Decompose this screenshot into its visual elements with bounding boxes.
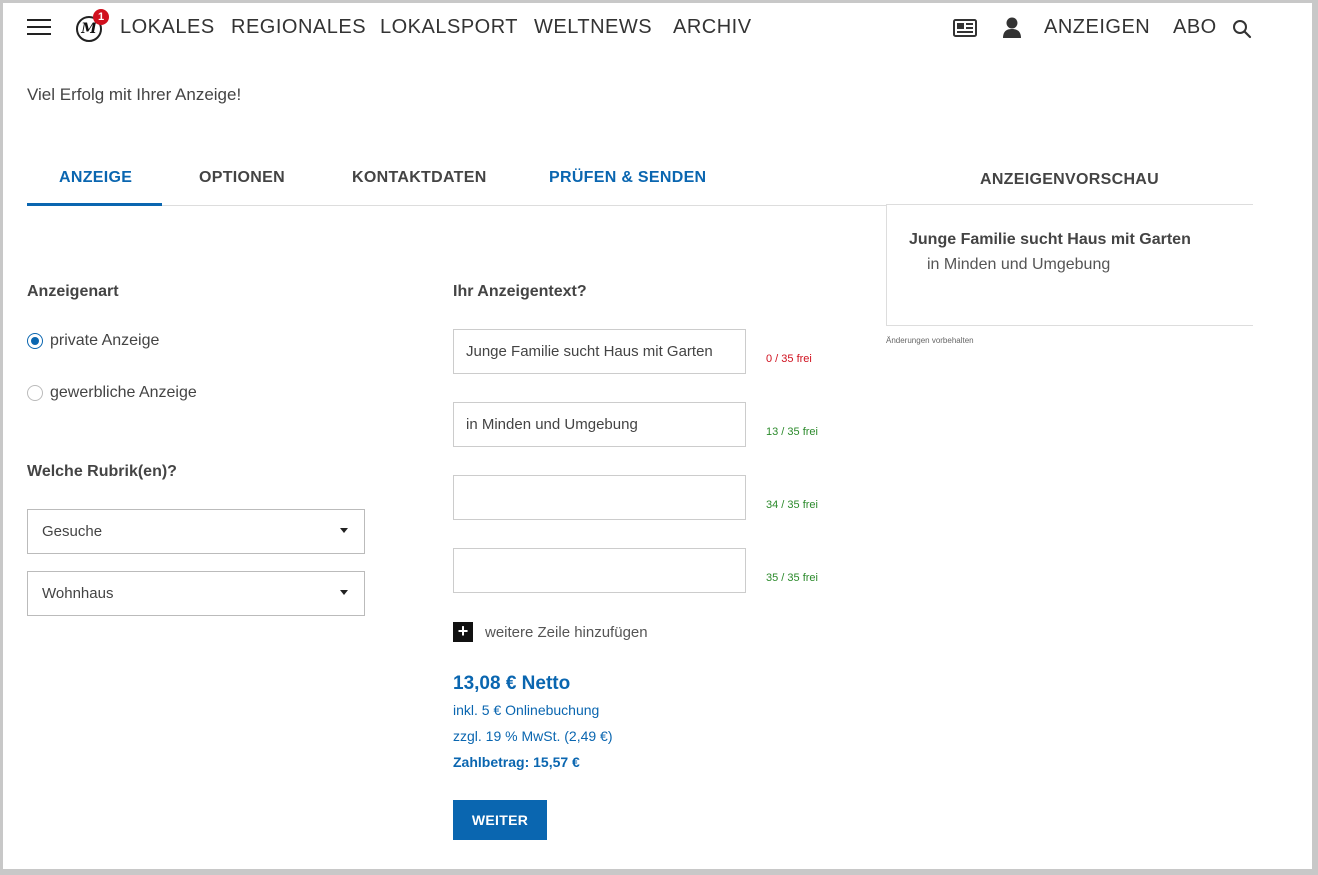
- page-frame: M 1 LOKALES REGIONALES LOKALSPORT WELTNE…: [3, 3, 1312, 869]
- ad-text-line-4-counter: 35 / 35 frei: [766, 572, 818, 584]
- price-netto: 13,08 € Netto: [453, 673, 571, 694]
- anzeigentext-title: Ihr Anzeigentext?: [453, 283, 587, 300]
- welcome-message: Viel Erfolg mit Ihrer Anzeige!: [27, 85, 242, 104]
- weiter-button[interactable]: WEITER: [453, 800, 547, 840]
- radio-gewerblich[interactable]: gewerbliche Anzeige: [27, 384, 197, 402]
- price-online-fee: inkl. 5 € Onlinebuchung: [453, 702, 600, 718]
- preview-title: ANZEIGENVORSCHAU: [979, 171, 1160, 188]
- radio-gewerblich-label: gewerbliche Anzeige: [50, 384, 197, 401]
- ad-text-line-3-counter: 34 / 35 frei: [766, 499, 818, 511]
- ad-text-line-1-counter: 0 / 35 frei: [766, 353, 812, 365]
- tab-optionen[interactable]: OPTIONEN: [199, 169, 285, 187]
- search-icon[interactable]: [1232, 19, 1252, 39]
- nav-archiv[interactable]: ARCHIV: [673, 16, 752, 39]
- top-navigation: M 1 LOKALES REGIONALES LOKALSPORT WELTNE…: [3, 3, 1312, 51]
- rubrik-select-1[interactable]: Gesuche: [27, 509, 365, 554]
- tab-kontaktdaten[interactable]: KONTAKTDATEN: [352, 169, 487, 187]
- ad-text-line-2-counter: 13 / 35 frei: [766, 426, 818, 438]
- radio-gewerblich-indicator[interactable]: [27, 385, 43, 401]
- ad-text-line-1[interactable]: [453, 329, 746, 374]
- price-tax: zzgl. 19 % MwSt. (2,49 €): [453, 728, 613, 744]
- price-total: Zahlbetrag: 15,57 €: [453, 754, 580, 770]
- preview-disclaimer: Änderungen vorbehalten: [886, 336, 974, 345]
- ad-preview-box: Junge Familie sucht Haus mit Garten in M…: [886, 204, 1253, 326]
- nav-lokales[interactable]: LOKALES: [120, 16, 215, 39]
- ad-text-line-2[interactable]: [453, 402, 746, 447]
- ad-text-line-3[interactable]: [453, 475, 746, 520]
- rubrik-select-1-value: Gesuche: [42, 523, 103, 540]
- chevron-down-icon: [340, 528, 348, 533]
- nav-regionales[interactable]: REGIONALES: [231, 16, 366, 39]
- add-line-button[interactable]: + weitere Zeile hinzufügen: [453, 622, 648, 642]
- add-line-label: weitere Zeile hinzufügen: [485, 623, 648, 641]
- rubrik-select-2[interactable]: Wohnhaus: [27, 571, 365, 616]
- active-tab-indicator: [27, 203, 162, 206]
- tab-pruefen-senden[interactable]: PRÜFEN & SENDEN: [549, 169, 706, 187]
- plus-icon[interactable]: +: [453, 622, 473, 642]
- menu-icon[interactable]: [27, 19, 51, 37]
- epaper-icon[interactable]: [953, 19, 977, 37]
- rubrik-select-2-value: Wohnhaus: [42, 585, 114, 602]
- nav-weltnews[interactable]: WELTNEWS: [534, 16, 652, 39]
- nav-anzeigen[interactable]: ANZEIGEN: [1044, 16, 1150, 39]
- nav-abo[interactable]: ABO: [1173, 16, 1217, 39]
- preview-line-1: Junge Familie sucht Haus mit Garten: [909, 231, 1191, 248]
- radio-private-label: private Anzeige: [50, 332, 160, 349]
- rubrik-title: Welche Rubrik(en)?: [27, 463, 177, 480]
- radio-private-indicator[interactable]: [27, 333, 43, 349]
- nav-lokalsport[interactable]: LOKALSPORT: [380, 16, 518, 39]
- radio-private[interactable]: private Anzeige: [27, 332, 159, 350]
- anzeigenart-title: Anzeigenart: [27, 283, 119, 300]
- tab-anzeige[interactable]: ANZEIGE: [59, 169, 132, 187]
- user-icon[interactable]: [1002, 17, 1022, 39]
- preview-line-2: in Minden und Umgebung: [927, 256, 1111, 273]
- chevron-down-icon: [340, 590, 348, 595]
- ad-text-line-4[interactable]: [453, 548, 746, 593]
- notification-badge: 1: [93, 9, 109, 25]
